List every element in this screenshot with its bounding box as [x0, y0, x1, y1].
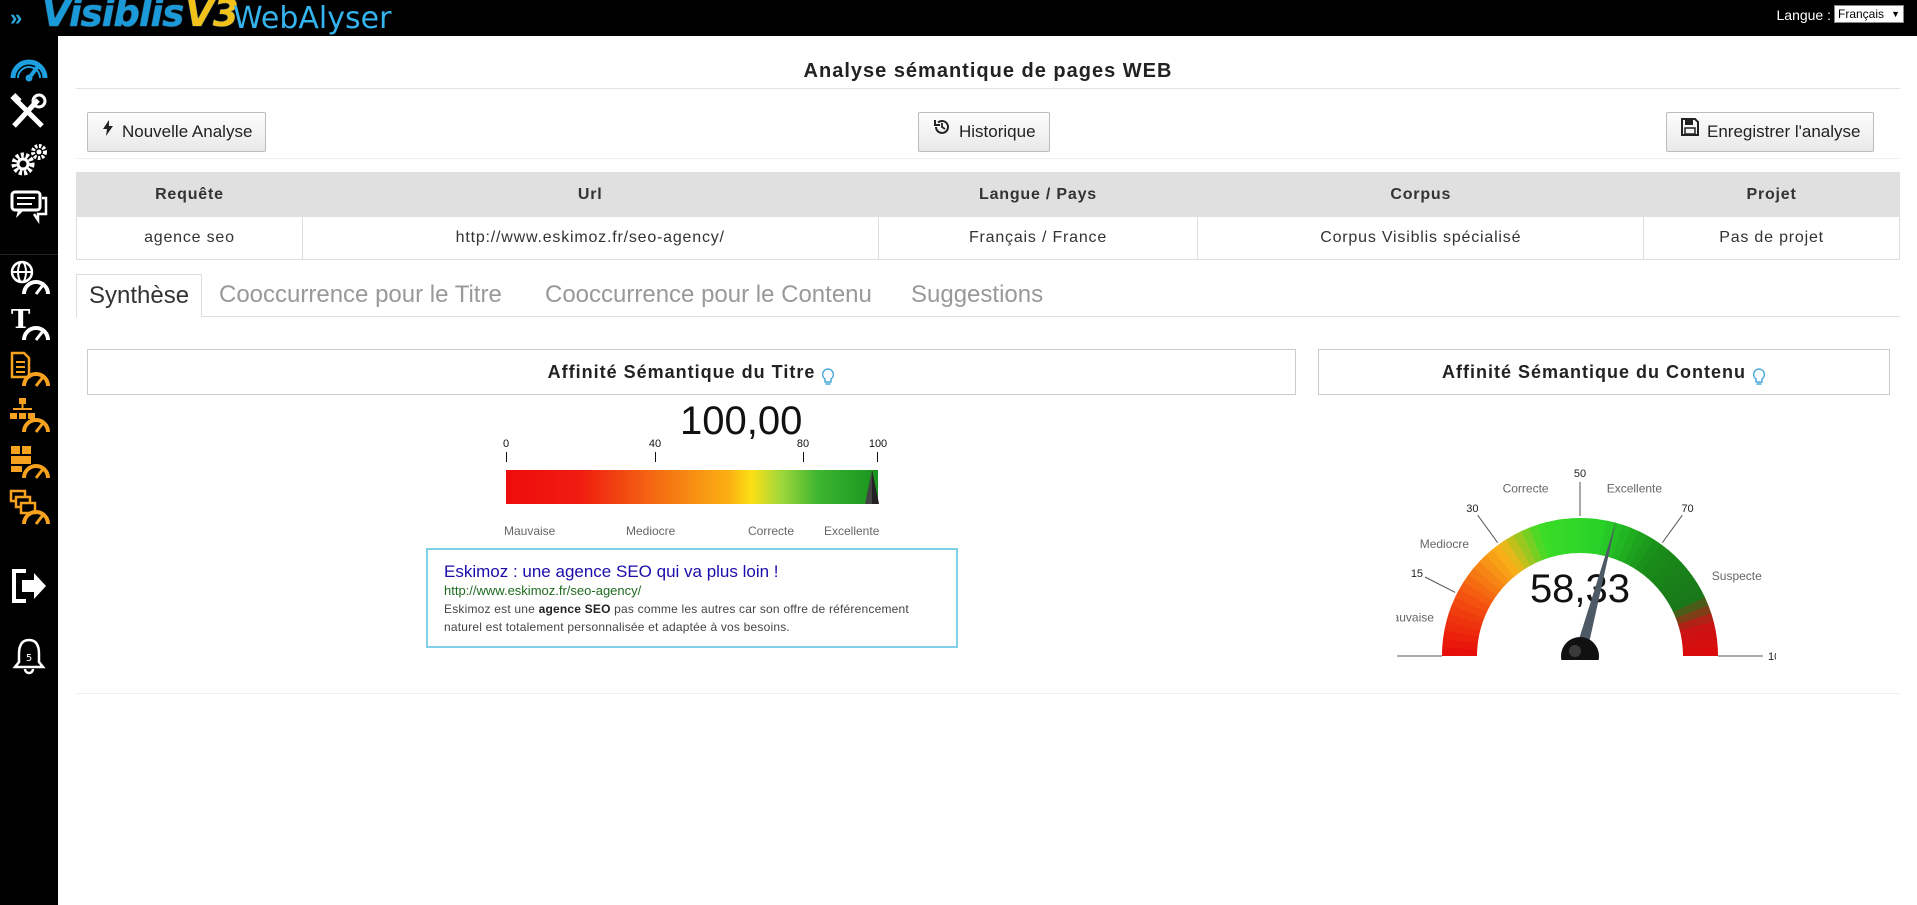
gauge-zone-label: Correcte: [1503, 482, 1549, 496]
gauge-tick-label: 100: [1768, 651, 1776, 660]
scale-tick: [506, 452, 507, 462]
history-icon: [933, 112, 951, 150]
document-gauge-icon[interactable]: [8, 350, 50, 390]
gauge-tick-label: 15: [1411, 568, 1423, 580]
gauge-tick-label: 30: [1466, 503, 1478, 515]
gauge-tick-label: 70: [1681, 503, 1693, 515]
gauge-tick: [1661, 514, 1683, 544]
gauge-zone-label: Mediocre: [1420, 537, 1470, 551]
zone-label-correct: Correcte: [748, 524, 795, 538]
cell-corpus: Corpus Visiblis spécialisé: [1197, 216, 1645, 260]
column-header-query: Requête: [76, 172, 303, 217]
tab-bar: Synthèse Cooccurrence pour le Titre Cooc…: [76, 274, 1900, 318]
tools-icon[interactable]: [8, 92, 50, 132]
save-analysis-button[interactable]: Enregistrer l'analyse: [1666, 112, 1875, 152]
new-analysis-button[interactable]: Nouvelle Analyse: [87, 112, 267, 152]
app-logo[interactable]: VisiblisV3: [42, 0, 239, 35]
content-affinity-header: Affinité Sémantique du Contenu: [1318, 349, 1890, 395]
title-affinity-heading: Affinité Sémantique du Titre: [547, 362, 816, 382]
globe-gauge-icon[interactable]: [8, 258, 50, 298]
gradient-bar: [506, 470, 878, 504]
column-header-language: Langue / Pays: [877, 172, 1199, 217]
settings-gears-icon[interactable]: [8, 140, 50, 180]
lightbulb-icon[interactable]: [821, 358, 835, 402]
content-affinity-gauge: 015305070100 MauvaiseMediocreCorrecteExc…: [1396, 468, 1776, 660]
tab-content-cooccurrence[interactable]: Cooccurrence pour le Contenu: [533, 274, 884, 318]
serp-desc-keyword: agence SEO: [538, 602, 611, 616]
zone-label-mediocre: Mediocre: [626, 524, 676, 538]
scale-tick: [803, 452, 804, 462]
text-gauge-icon[interactable]: T: [8, 304, 50, 344]
serp-desc-part: Eskimoz est une: [444, 602, 539, 616]
gauge-zone-label: Mauvaise: [1396, 611, 1434, 625]
analysis-info-table: Requête Url Langue / Pays Corpus Projet …: [76, 172, 1900, 260]
content-affinity-heading: Affinité Sémantique du Contenu: [1442, 362, 1746, 382]
gauge-tick-label: 50: [1574, 468, 1586, 480]
serp-preview: Eskimoz : une agence SEO qui va plus loi…: [426, 548, 958, 648]
gauge-needle-hub-highlight: [1569, 645, 1581, 657]
score-marker-icon: [865, 470, 879, 509]
scale-tick-label: 80: [796, 438, 810, 450]
zone-label-bad: Mauvaise: [504, 524, 556, 538]
cell-language: Français / France: [877, 216, 1199, 260]
cell-query: agence seo: [76, 216, 303, 260]
history-button[interactable]: Historique: [918, 112, 1050, 152]
language-select[interactable]: Français ▼: [1834, 5, 1904, 23]
section-divider: [76, 693, 1900, 694]
logo-sub: WebAlyser: [233, 1, 392, 36]
cell-url: http://www.eskimoz.fr/seo-agency/: [301, 216, 879, 260]
serp-title[interactable]: Eskimoz : une agence SEO qui va plus loi…: [444, 562, 940, 582]
column-header-url: Url: [301, 172, 879, 217]
gauge-tick: [1477, 514, 1499, 544]
zone-label-excellent: Excellente: [824, 524, 880, 538]
gauge-zone-label: Excellente: [1607, 482, 1663, 496]
language-label: Langue :: [1776, 7, 1832, 23]
notification-count: 5: [26, 653, 32, 664]
save-analysis-label: Enregistrer l'analyse: [1707, 122, 1861, 141]
cell-project: Pas de projet: [1643, 216, 1900, 260]
tab-synthese[interactable]: Synthèse: [76, 274, 203, 318]
scale-tick-label: 0: [502, 438, 510, 450]
expand-menu-icon[interactable]: »: [10, 5, 22, 31]
title-divider: [76, 88, 1900, 89]
lightbulb-icon[interactable]: [1752, 358, 1766, 402]
scale-tick-label: 40: [648, 438, 662, 450]
tab-suggestions[interactable]: Suggestions: [899, 274, 1055, 318]
sidebar-divider: [0, 254, 58, 255]
language-select-value: Français: [1838, 7, 1885, 21]
serp-url: http://www.eskimoz.fr/seo-agency/: [444, 583, 642, 598]
windows-gauge-icon[interactable]: [8, 488, 50, 528]
sitemap-gauge-icon[interactable]: [8, 396, 50, 436]
logout-icon[interactable]: [8, 566, 50, 606]
bell-icon[interactable]: 5: [8, 636, 50, 676]
sidebar: T 5: [0, 36, 58, 905]
scale-tick-label: 100: [868, 438, 888, 450]
logo-version: V3: [185, 0, 238, 35]
page-title: Analyse sémantique de pages WEB: [803, 60, 1173, 82]
floppy-disk-icon: [1681, 112, 1699, 150]
table-header-row: Requête Url Langue / Pays Corpus Projet: [76, 172, 1900, 217]
dashboard-icon[interactable]: [8, 46, 50, 86]
lightning-icon: [102, 112, 114, 150]
column-header-corpus: Corpus: [1197, 172, 1645, 217]
new-analysis-label: Nouvelle Analyse: [122, 122, 253, 141]
gauge-tick: [1424, 576, 1456, 593]
table-row: agence seo http://www.eskimoz.fr/seo-age…: [76, 216, 1900, 260]
chevron-down-icon: ▼: [1891, 9, 1900, 19]
scale-tick: [877, 452, 878, 462]
gauge-zone-label: Suspecte: [1712, 569, 1762, 583]
toolbar-divider: [76, 158, 1900, 159]
chat-icon[interactable]: [8, 186, 50, 226]
scale-tick: [655, 452, 656, 462]
title-affinity-header: Affinité Sémantique du Titre: [87, 349, 1296, 395]
logo-main: Visiblis: [42, 0, 184, 35]
blocks-gauge-icon[interactable]: [8, 442, 50, 482]
tab-title-cooccurrence[interactable]: Cooccurrence pour le Titre: [207, 274, 514, 318]
history-label: Historique: [959, 122, 1036, 141]
title-score-bar: 0 40 80 100 Mauvaise Mediocre Correcte E…: [502, 438, 926, 558]
column-header-project: Projet: [1643, 172, 1900, 217]
content-score: 58,33: [1530, 567, 1630, 611]
top-bar: » VisiblisV3 WebAlyser Langue : Français…: [0, 0, 1917, 36]
serp-description: Eskimoz est une agence SEO pas comme les…: [444, 600, 940, 636]
